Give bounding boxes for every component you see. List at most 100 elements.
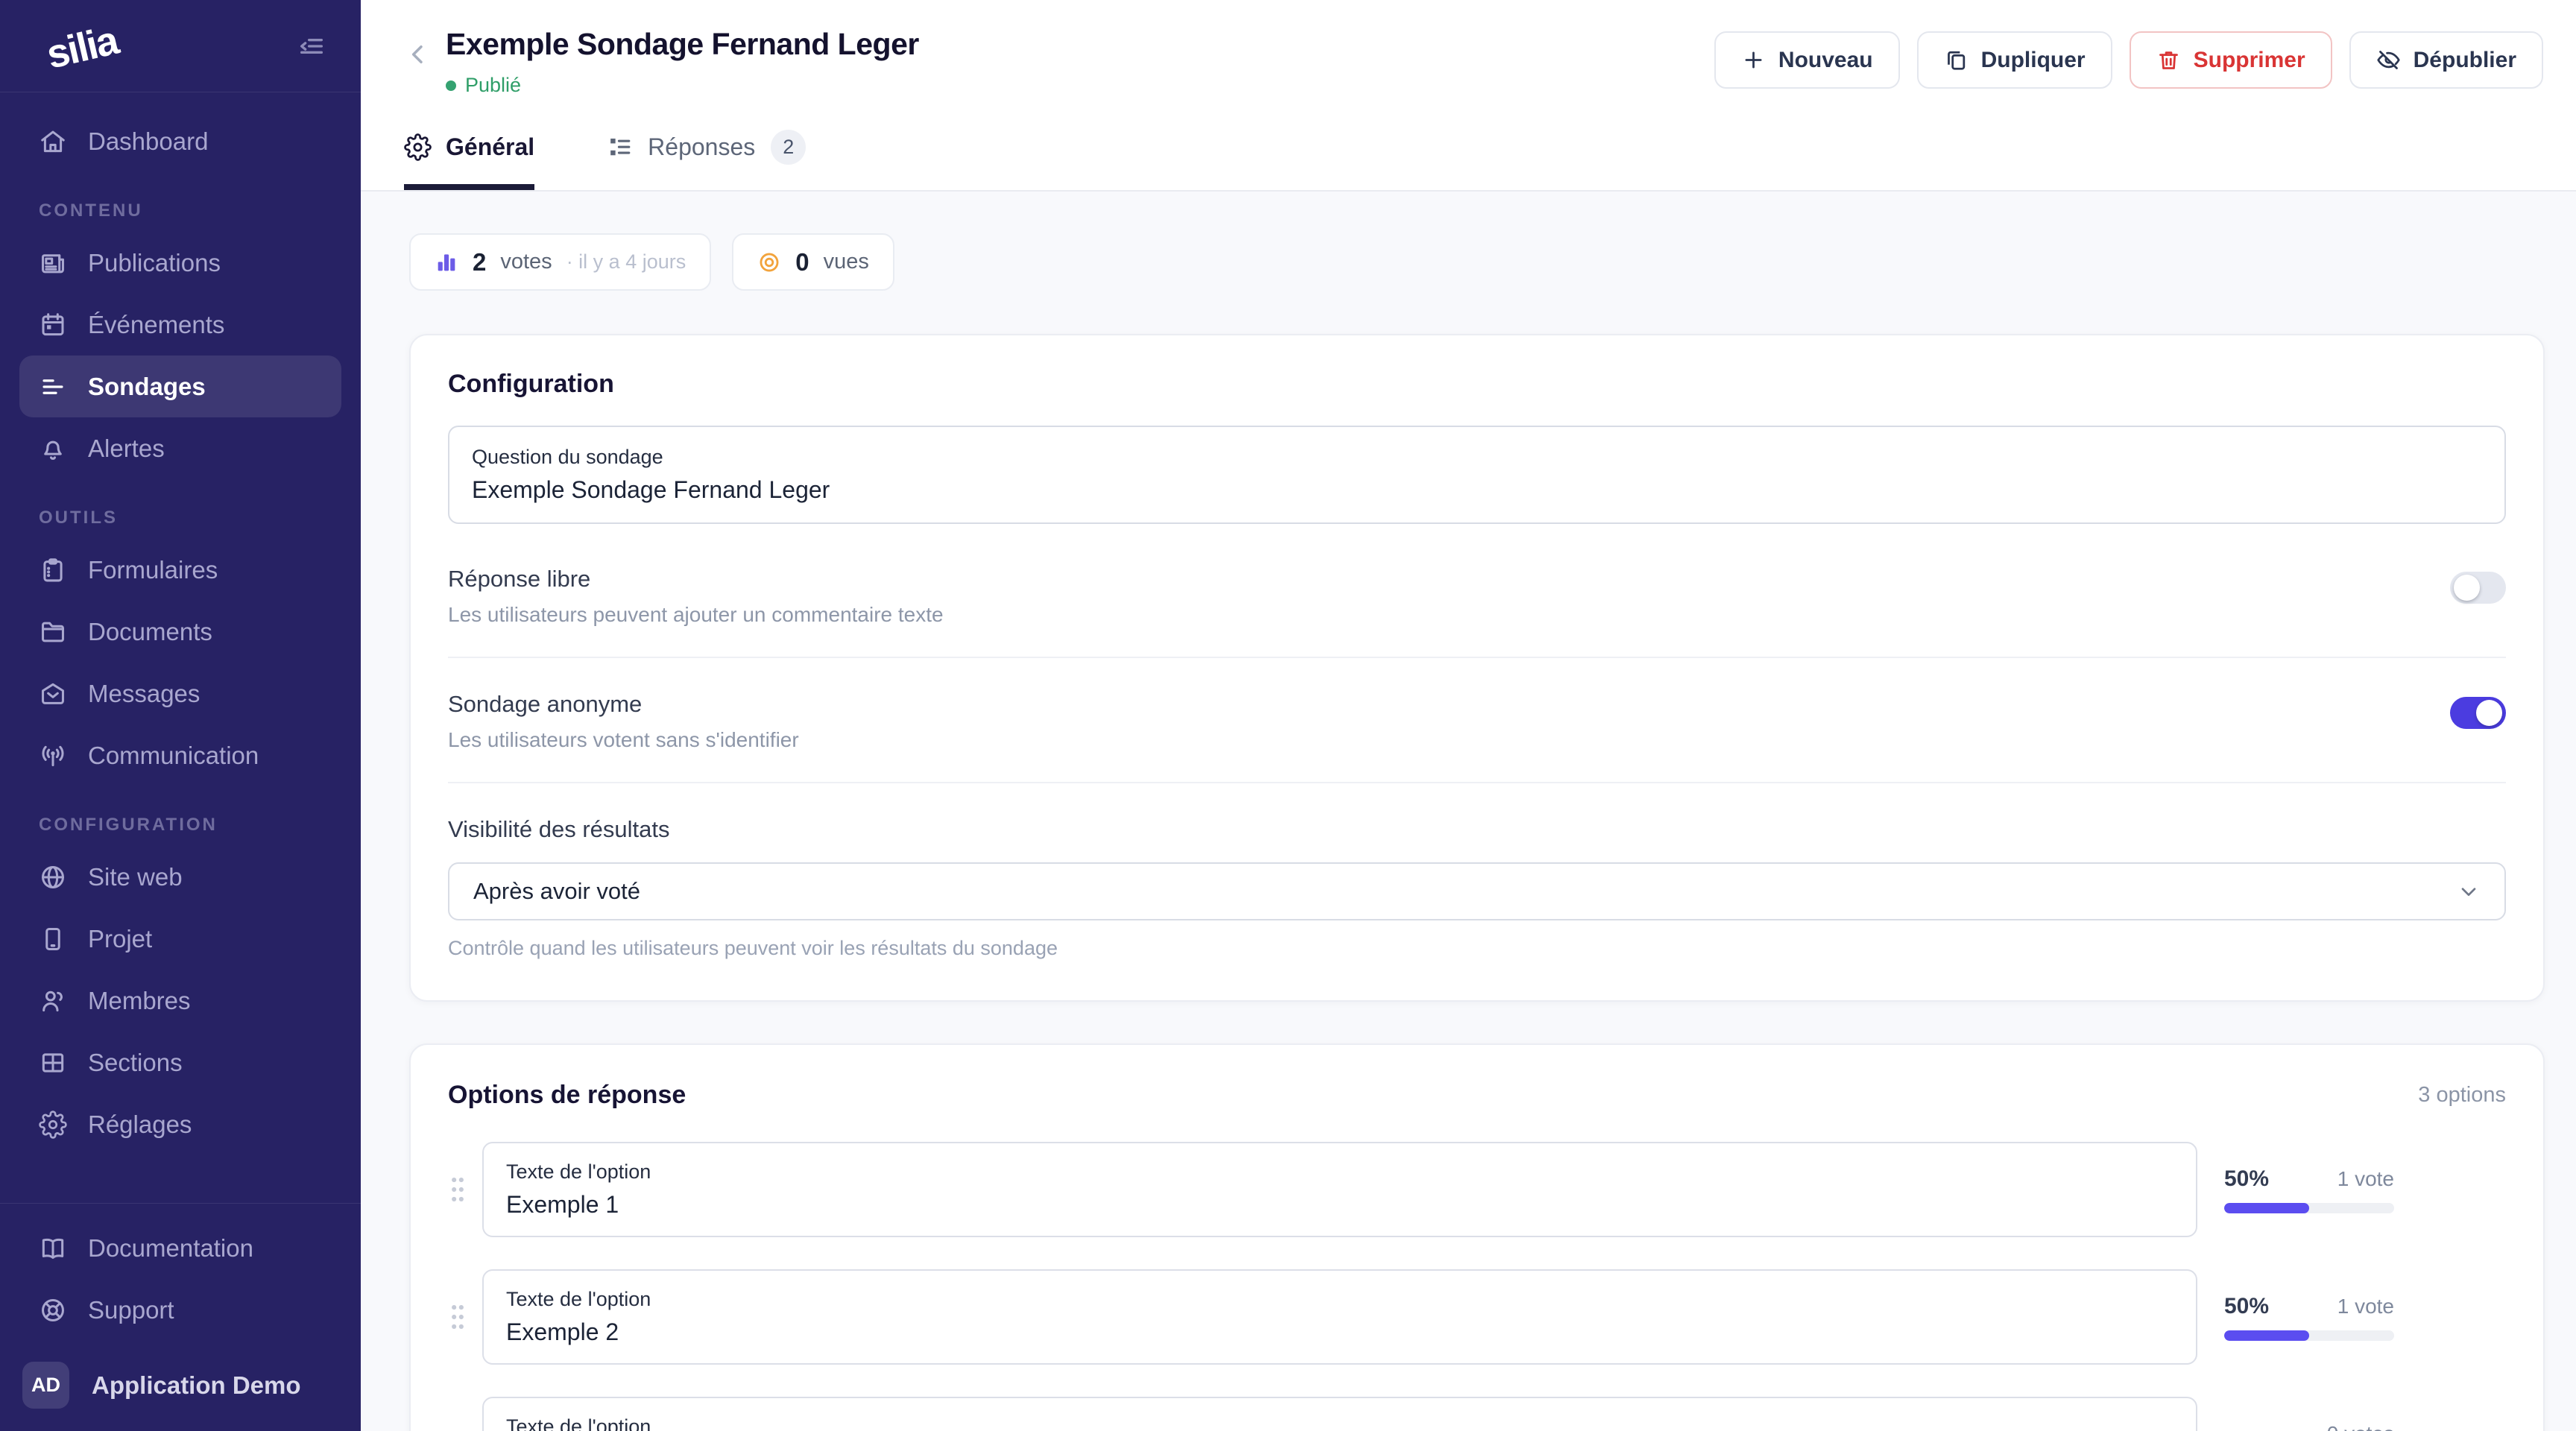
option-stats-1: 50% 1 vote: [2224, 1166, 2394, 1213]
gear-icon: [404, 133, 432, 161]
collapse-sidebar-icon: [297, 31, 326, 61]
tab-reponses[interactable]: Réponses 2: [606, 130, 806, 190]
sidebar-item-label: Formulaires: [88, 556, 218, 584]
option-row-1: Texte de l'option Exemple 1 50% 1 vote: [448, 1142, 2506, 1237]
drag-handle-icon[interactable]: [448, 1174, 467, 1205]
bell-icon: [39, 435, 67, 463]
free-response-toggle[interactable]: [2450, 572, 2506, 604]
options-title: Options de réponse: [448, 1081, 686, 1110]
votes-stat: 2 votes · il y a 4 jours: [409, 233, 711, 291]
sidebar-item-alertes[interactable]: Alertes: [19, 417, 341, 479]
published-dot: [446, 80, 456, 91]
sidebar-item-label: Documentation: [88, 1234, 253, 1263]
option-percent: 50%: [2224, 1166, 2269, 1192]
option-stats-3: — 0 votes: [2224, 1421, 2394, 1431]
delete-button[interactable]: Supprimer: [2130, 31, 2332, 89]
sidebar-item-support[interactable]: Support: [19, 1279, 341, 1341]
user-name: Application Demo: [92, 1371, 301, 1400]
free-response-row: Réponse libre Les utilisateurs peuvent a…: [448, 524, 2506, 658]
anonymous-description: Les utilisateurs votent sans s'identifie…: [448, 728, 799, 752]
option-input-value: Exemple 1: [506, 1191, 2174, 1219]
sidebar-item-membres[interactable]: Membres: [19, 970, 341, 1032]
bar-chart-icon: [435, 250, 458, 274]
tab-bar: Général Réponses 2: [404, 130, 2543, 190]
option-votes: 1 vote: [2337, 1295, 2394, 1318]
gear-icon: [39, 1111, 67, 1139]
sidebar-item-label: Sections: [88, 1049, 183, 1077]
views-label: vues: [824, 250, 869, 274]
visibility-label: Visibilité des résultats: [448, 816, 2506, 843]
sidebar-item-label: Support: [88, 1296, 174, 1324]
globe-icon: [39, 863, 67, 891]
sidebar-item-documents[interactable]: Documents: [19, 601, 341, 663]
options-card: Options de réponse 3 options Texte de l'…: [409, 1043, 2545, 1431]
tab-label: Général: [446, 133, 534, 161]
tab-label: Réponses: [648, 133, 755, 161]
sidebar-item-label: Documents: [88, 618, 212, 646]
option-row-3: Texte de l'option Exemple 3 — 0 votes: [448, 1397, 2506, 1431]
sidebar-item-projet[interactable]: Projet: [19, 908, 341, 970]
sidebar-item-publications[interactable]: Publications: [19, 232, 341, 294]
sidebar-item-sondages[interactable]: Sondages: [19, 356, 341, 417]
grid-icon: [39, 1049, 67, 1077]
responses-count-badge: 2: [771, 130, 806, 165]
poll-lines-icon: [39, 373, 67, 401]
visibility-select-value: Après avoir voté: [473, 878, 640, 905]
configuration-title: Configuration: [448, 370, 2506, 399]
chevron-left-icon: [404, 40, 432, 69]
unpublish-button[interactable]: Dépublier: [2349, 31, 2543, 89]
app-logo: silia: [42, 17, 122, 78]
sidebar-section-outils: OUTILS: [39, 508, 341, 528]
option-progress: [2224, 1330, 2394, 1341]
option-votes: 0 votes: [2327, 1422, 2394, 1431]
sidebar-item-documentation[interactable]: Documentation: [19, 1217, 341, 1279]
sidebar-item-label: Site web: [88, 863, 183, 891]
new-button[interactable]: Nouveau: [1714, 31, 1900, 89]
sidebar-item-label: Messages: [88, 680, 200, 708]
plus-icon: [1741, 48, 1766, 72]
sidebar-item-communication[interactable]: Communication: [19, 724, 341, 786]
option-stats-2: 50% 1 vote: [2224, 1294, 2394, 1341]
book-open-icon: [39, 1234, 67, 1263]
sidebar-item-dashboard[interactable]: Dashboard: [19, 110, 341, 172]
configuration-card: Configuration Question du sondage Exempl…: [409, 334, 2545, 1002]
sidebar-footer: Documentation Support AD Application Dem…: [0, 1203, 361, 1431]
option-input-2[interactable]: Texte de l'option Exemple 2: [482, 1269, 2197, 1365]
sidebar-item-messages[interactable]: Messages: [19, 663, 341, 724]
sidebar-item-label: Événements: [88, 311, 224, 339]
life-buoy-icon: [39, 1296, 67, 1324]
question-input[interactable]: Question du sondage Exemple Sondage Fern…: [448, 426, 2506, 524]
option-input-label: Texte de l'option: [506, 1160, 2174, 1184]
folder-icon: [39, 618, 67, 646]
sidebar-item-formulaires[interactable]: Formulaires: [19, 539, 341, 601]
visibility-select[interactable]: Après avoir voté: [448, 862, 2506, 920]
visibility-block: Visibilité des résultats Après avoir vot…: [448, 783, 2506, 960]
stats-row: 2 votes · il y a 4 jours 0 vues: [409, 233, 2545, 291]
sidebar-item-sections[interactable]: Sections: [19, 1032, 341, 1093]
chevron-down-icon: [2457, 879, 2481, 903]
header-actions: Nouveau Dupliquer Supprimer: [1714, 27, 2543, 89]
sidebar-item-label: Membres: [88, 987, 191, 1015]
sidebar: silia Dashboard CONTENU Publications: [0, 0, 361, 1431]
votes-meta: · il y a 4 jours: [566, 250, 686, 274]
question-input-label: Question du sondage: [472, 446, 2482, 469]
sidebar-item-label: Projet: [88, 925, 152, 953]
anonymous-toggle[interactable]: [2450, 697, 2506, 729]
collapse-sidebar-button[interactable]: [297, 31, 326, 61]
option-input-1[interactable]: Texte de l'option Exemple 1: [482, 1142, 2197, 1237]
sidebar-item-evenements[interactable]: Événements: [19, 294, 341, 356]
clipboard-icon: [39, 556, 67, 584]
user-menu[interactable]: AD Application Demo: [19, 1362, 341, 1409]
sidebar-section-contenu: CONTENU: [39, 200, 341, 221]
sidebar-item-site-web[interactable]: Site web: [19, 846, 341, 908]
back-button[interactable]: [404, 40, 432, 69]
option-votes: 1 vote: [2337, 1167, 2394, 1191]
duplicate-button[interactable]: Dupliquer: [1917, 31, 2112, 89]
option-input-3[interactable]: Texte de l'option Exemple 3: [482, 1397, 2197, 1431]
question-input-value: Exemple Sondage Fernand Leger: [472, 476, 2482, 504]
mail-icon: [39, 680, 67, 708]
sidebar-item-reglages[interactable]: Réglages: [19, 1093, 341, 1155]
drag-handle-icon[interactable]: [448, 1301, 467, 1333]
eye-off-icon: [2376, 48, 2401, 72]
tab-general[interactable]: Général: [404, 130, 534, 190]
